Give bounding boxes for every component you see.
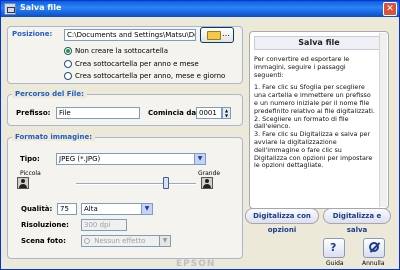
resolution-field: 300 dpi	[81, 219, 127, 231]
close-button[interactable]: ✕	[383, 2, 397, 16]
location-label: Posizione:	[12, 30, 53, 38]
large-size-label: Grande	[198, 170, 221, 177]
help-intro: Per convertire ed esportare le immagini,…	[254, 55, 350, 79]
compression-slider-track[interactable]	[76, 183, 196, 185]
title-bar: Salva file ✕	[1, 1, 399, 17]
radio-subfolder-year-month-day-label: Crea sottocartella per anno, mese e gior…	[75, 72, 226, 80]
type-dropdown-value: JPEG (*.JPG)	[59, 155, 101, 163]
file-path-group: Percorso del File: Prefisso: File Cominc…	[7, 90, 243, 126]
scene-dropdown-value: Nessun effetto	[94, 237, 146, 245]
save-file-window: Salva file ✕ Posizione: C:\Documents and…	[0, 0, 400, 270]
large-size-icon	[201, 177, 213, 189]
chevron-down-icon: ▼	[194, 154, 205, 164]
window-title: Salva file	[20, 3, 62, 12]
radio-no-subfolder[interactable]	[64, 47, 72, 55]
scene-dropdown: Nessun effetto ▼	[81, 235, 171, 247]
resolution-label: Risoluzione:	[21, 221, 69, 229]
file-path-legend: Percorso del File:	[12, 90, 87, 98]
epson-logo: EPSON	[176, 259, 216, 269]
guide-button[interactable]: ?	[323, 238, 345, 258]
help-title: Salva file	[254, 36, 384, 50]
question-icon: ?	[330, 241, 337, 254]
radio-no-subfolder-label: Non creare la sottocartella	[75, 47, 169, 55]
no-effect-icon	[84, 238, 90, 244]
compression-slider-thumb[interactable]	[163, 177, 169, 189]
start-number-stepper[interactable]: ▲ ▼	[222, 107, 231, 119]
start-number-input[interactable]: 0001	[196, 107, 222, 119]
chevron-down-icon: ▼	[159, 236, 170, 246]
radio-subfolder-year-month[interactable]	[64, 60, 72, 68]
help-step-1: 1. Fare clic su Sfoglia per scegliere un…	[254, 83, 375, 115]
help-step-2: 2. Scegliere un formato di file dall'ele…	[254, 114, 349, 131]
chevron-down-icon: ▼	[141, 204, 152, 214]
scanner-app-icon	[4, 3, 16, 15]
guide-label: Guida	[326, 260, 344, 267]
small-size-icon	[17, 177, 29, 189]
location-path-field[interactable]: C:\Documents and Settings\Matsu\Doc...	[64, 29, 196, 41]
start-from-label: Comincia da:	[148, 109, 199, 117]
help-step-3: 3. Fare clic su Digitalizza e salva per …	[254, 130, 373, 170]
scan-with-options-button[interactable]: Digitalizza con opzioni	[245, 208, 319, 234]
quality-level-value: Alta	[84, 205, 98, 213]
help-panel: Salva file Per convertire ed esportare l…	[249, 31, 389, 209]
prefix-input[interactable]: File	[56, 107, 140, 119]
location-group: Posizione: C:\Documents and Settings\Mat…	[7, 26, 243, 84]
scan-and-save-button[interactable]: Digitalizza e salva	[323, 208, 391, 234]
help-text: Per convertire ed esportare le immagini,…	[254, 55, 376, 170]
quality-label: Qualità:	[21, 205, 53, 213]
help-scrollbar[interactable]	[379, 33, 387, 207]
quality-level-dropdown[interactable]: Alta ▼	[81, 203, 153, 215]
prefix-label: Prefisso:	[16, 109, 51, 117]
scene-label: Scena foto:	[21, 237, 66, 245]
small-size-label: Piccola	[20, 170, 41, 177]
folder-icon	[207, 31, 221, 40]
radio-subfolder-year-month-label: Crea sottocartella per anno e mese	[75, 60, 199, 68]
quality-value-input[interactable]: 75	[57, 203, 77, 215]
cancel-button[interactable]	[363, 238, 385, 258]
browse-folder-button[interactable]: …	[200, 27, 234, 43]
cancel-label: Annulla	[362, 260, 385, 267]
image-format-legend: Formato immagine:	[12, 133, 96, 141]
radio-subfolder-year-month-day[interactable]	[64, 72, 72, 80]
type-label: Tipo:	[20, 155, 40, 163]
ellipsis-icon: …	[222, 29, 230, 38]
type-dropdown[interactable]: JPEG (*.JPG) ▼	[56, 153, 206, 165]
